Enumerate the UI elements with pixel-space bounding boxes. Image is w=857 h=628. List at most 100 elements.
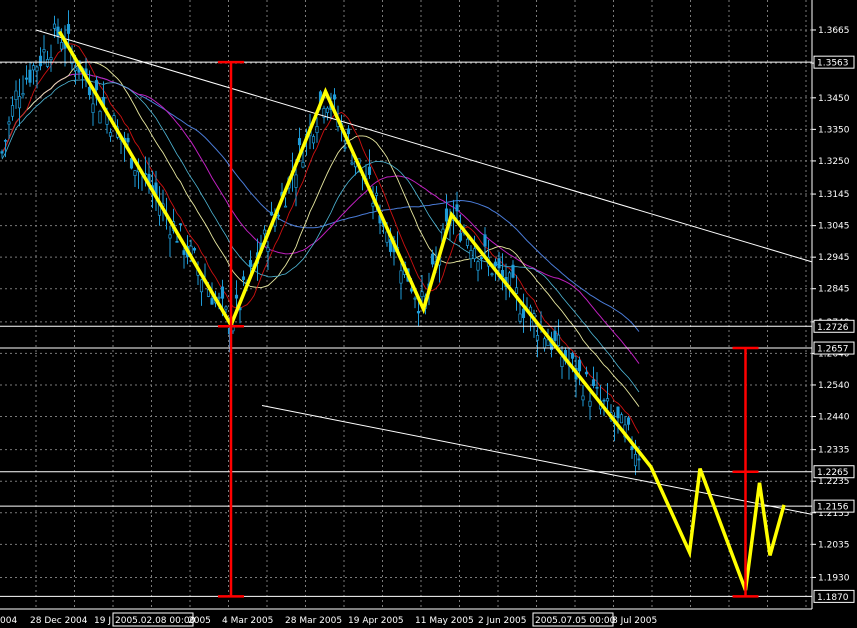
price-bar-body xyxy=(56,26,60,36)
price-bar-body xyxy=(465,238,470,246)
price-level-label: 1.1870 xyxy=(817,593,849,603)
y-tick-label: 1.3665 xyxy=(818,26,850,36)
price-bar-body xyxy=(521,308,526,319)
price-bar-body xyxy=(581,395,585,401)
y-tick-label-top: 1.3760 xyxy=(818,0,850,2)
price-bar-body xyxy=(199,279,204,293)
x-tick-label: 2005.02.08 00:00 xyxy=(115,616,196,626)
price-bar-body xyxy=(602,399,606,402)
price-bar-body xyxy=(630,446,634,450)
price-bar-body xyxy=(28,69,32,83)
y-tick-label: 1.2540 xyxy=(818,381,850,391)
price-bar-body xyxy=(133,170,137,176)
price-bar-body xyxy=(584,371,589,375)
price-bar-body xyxy=(588,400,592,407)
price-bar-body xyxy=(493,261,498,267)
price-bar-body xyxy=(31,65,36,71)
price-bar-body xyxy=(343,146,347,149)
price-bar-body xyxy=(514,287,519,294)
price-bar-body xyxy=(399,270,403,284)
price-bar-body xyxy=(276,214,281,217)
price-bar-body xyxy=(192,248,197,251)
price-bar-body xyxy=(24,77,29,80)
price-bar-body xyxy=(297,138,302,146)
price-bar-body xyxy=(458,232,463,241)
price-bar-body xyxy=(483,234,487,247)
price-bar-body xyxy=(301,161,305,168)
x-tick-label: 2005.07.05 00:00 xyxy=(535,616,616,626)
price-bar-body xyxy=(553,330,557,341)
price-bar-body xyxy=(7,121,11,125)
price-bar-body xyxy=(87,86,92,96)
price-bar-body xyxy=(294,174,298,188)
price-bar-body xyxy=(17,96,22,109)
price-bar-body xyxy=(511,264,515,278)
x-tick-label: 28 Mar 2005 xyxy=(285,616,342,626)
price-level-label: 1.2726 xyxy=(817,323,849,333)
price-bar-body xyxy=(570,353,575,359)
price-level-label: 1.2156 xyxy=(817,503,849,513)
price-bar-body xyxy=(262,229,267,235)
price-bar-body xyxy=(14,90,18,100)
price-bar-body xyxy=(266,247,270,252)
y-tick-label: 1.3450 xyxy=(818,94,850,104)
price-bar-body xyxy=(241,276,246,280)
price-bar-body xyxy=(315,126,319,133)
price-bar-body xyxy=(430,253,435,265)
price-bar-body xyxy=(472,248,477,260)
x-tick-label: 8 Jul 2005 xyxy=(612,616,657,626)
price-bar-body xyxy=(497,258,501,269)
price-bar-body xyxy=(21,93,25,96)
y-tick-label: 1.2035 xyxy=(818,540,850,550)
price-bar-body xyxy=(591,379,596,387)
price-bar-body xyxy=(91,103,95,113)
price-bar-body xyxy=(350,162,354,165)
price-bar-body xyxy=(175,241,179,243)
price-bar-body xyxy=(220,286,225,299)
price-bar-body xyxy=(416,311,421,314)
x-tick-label: 28 Dec 2004 xyxy=(30,616,88,626)
price-bar-body xyxy=(210,298,214,305)
price-bar-body xyxy=(518,313,522,322)
y-tick-label: 1.3145 xyxy=(818,190,850,200)
price-bar-body xyxy=(577,359,582,372)
price-bar-body xyxy=(126,138,130,143)
price-bar-body xyxy=(490,273,494,276)
y-tick-label: 1.2335 xyxy=(818,446,850,456)
price-bar-body xyxy=(507,272,512,286)
price-bar-body xyxy=(374,192,379,196)
price-bar-body xyxy=(420,291,424,298)
price-bar-body xyxy=(35,66,39,72)
price-bar-body xyxy=(595,386,599,389)
price-level-label: 1.3563 xyxy=(817,59,849,69)
price-bar-body xyxy=(546,339,550,347)
price-bar-body xyxy=(3,140,8,142)
x-tick-label: 2005 xyxy=(188,616,211,626)
x-tick-label: 4 Mar 2005 xyxy=(222,616,273,626)
y-tick-label: 1.1930 xyxy=(818,573,850,583)
price-bar-body xyxy=(168,234,172,239)
price-bar-body xyxy=(371,202,375,207)
price-bar-body xyxy=(605,398,610,402)
price-bar-body xyxy=(637,458,641,461)
price-level-label: 1.2657 xyxy=(817,345,849,355)
price-bar-body xyxy=(616,406,620,419)
price-bar-body xyxy=(38,55,43,67)
y-tick-label: 1.2945 xyxy=(818,253,850,263)
x-tick-label: 004 xyxy=(0,616,17,626)
price-bar-body xyxy=(479,257,484,260)
x-tick-label: 11 May 2005 xyxy=(415,616,474,626)
price-bar-body xyxy=(269,211,274,216)
price-bar-body xyxy=(542,338,547,349)
price-bar-body xyxy=(325,107,330,113)
price-bar-body xyxy=(560,356,564,368)
price-bar-body xyxy=(98,110,102,124)
price-bar-body xyxy=(66,24,71,34)
price-bar-body xyxy=(535,335,540,341)
y-tick-label: 1.3250 xyxy=(818,157,850,167)
price-bar-body xyxy=(409,289,414,292)
price-bar-body xyxy=(332,94,337,100)
price-bar-body xyxy=(346,128,351,135)
price-bar-body xyxy=(455,204,459,212)
y-tick-label: 1.2235 xyxy=(818,477,850,487)
